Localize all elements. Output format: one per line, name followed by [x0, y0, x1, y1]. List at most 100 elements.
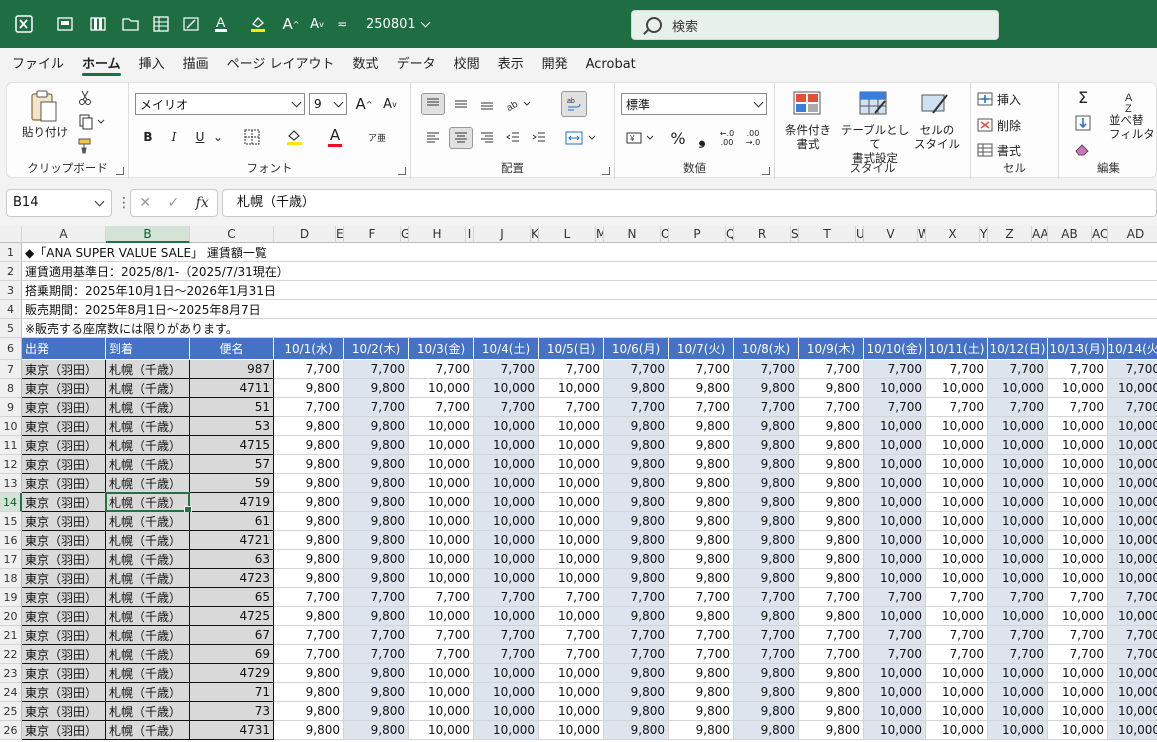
column-header-C[interactable]: C: [190, 226, 274, 243]
flight-number-cell[interactable]: 987: [190, 360, 274, 379]
align-center-icon[interactable]: [449, 127, 473, 149]
fare-cell[interactable]: 7,700: [669, 360, 734, 379]
fare-cell[interactable]: 10,000: [474, 493, 539, 512]
fare-cell[interactable]: 7,700: [669, 588, 734, 607]
fare-cell[interactable]: 9,800: [344, 664, 409, 683]
fare-cell[interactable]: 7,700: [734, 398, 799, 417]
fare-cell[interactable]: 10,000: [474, 683, 539, 702]
fare-cell[interactable]: 7,700: [734, 360, 799, 379]
column-header-F[interactable]: F: [344, 226, 401, 243]
fare-cell[interactable]: 7,700: [864, 398, 926, 417]
flight-number-cell[interactable]: 57: [190, 455, 274, 474]
flight-number-cell[interactable]: 61: [190, 512, 274, 531]
column-header-A[interactable]: A: [22, 226, 106, 243]
fare-cell[interactable]: 7,700: [539, 398, 604, 417]
fare-cell[interactable]: 9,800: [734, 683, 799, 702]
fare-cell[interactable]: 7,700: [864, 645, 926, 664]
fare-cell[interactable]: 9,800: [669, 379, 734, 398]
fare-cell[interactable]: 10,000: [539, 683, 604, 702]
departure-cell[interactable]: 東京（羽田）: [22, 493, 106, 512]
fare-cell[interactable]: 7,700: [988, 588, 1048, 607]
fare-cell[interactable]: 10,000: [409, 664, 474, 683]
merge-center-icon[interactable]: [561, 127, 601, 149]
row-header-17[interactable]: 17: [0, 550, 22, 569]
fare-cell[interactable]: 10,000: [1048, 721, 1108, 740]
fare-cell[interactable]: 9,800: [734, 531, 799, 550]
departure-cell[interactable]: 東京（羽田）: [22, 607, 106, 626]
bold-button[interactable]: B: [139, 127, 157, 147]
tab-1[interactable]: ホーム: [73, 48, 130, 80]
column-header-O[interactable]: O: [661, 226, 669, 243]
fare-cell[interactable]: 10,000: [1108, 417, 1157, 436]
column-header-AB[interactable]: AB: [1048, 226, 1092, 243]
flight-number-cell[interactable]: 65: [190, 588, 274, 607]
fare-cell[interactable]: 7,700: [344, 588, 409, 607]
arrival-cell[interactable]: 札幌（千歳）: [106, 512, 190, 531]
tab-9[interactable]: 開発: [533, 48, 577, 80]
header-cell[interactable]: 10/11(土): [926, 338, 988, 360]
fare-cell[interactable]: 10,000: [1108, 607, 1157, 626]
title-row-5[interactable]: ※販売する座席数には限りがあります。: [22, 319, 1157, 338]
fare-cell[interactable]: 10,000: [474, 531, 539, 550]
fare-cell[interactable]: 7,700: [1048, 588, 1108, 607]
header-cell[interactable]: 10/2(木): [344, 338, 409, 360]
format-cells-button[interactable]: 書式: [977, 140, 1051, 160]
header-cell[interactable]: 10/5(日): [539, 338, 604, 360]
fare-cell[interactable]: 9,800: [274, 550, 344, 569]
fare-cell[interactable]: 7,700: [926, 626, 988, 645]
arrival-cell[interactable]: 札幌（千歳）: [106, 455, 190, 474]
arrival-cell[interactable]: 札幌（千歳）: [106, 531, 190, 550]
fare-cell[interactable]: 10,000: [409, 531, 474, 550]
fare-cell[interactable]: 7,700: [988, 645, 1048, 664]
fare-cell[interactable]: 9,800: [604, 493, 669, 512]
customize-qat-icon[interactable]: ≂: [330, 0, 354, 48]
fare-cell[interactable]: 7,700: [669, 626, 734, 645]
flight-number-cell[interactable]: 63: [190, 550, 274, 569]
fare-cell[interactable]: 10,000: [864, 683, 926, 702]
save-icon[interactable]: [82, 0, 116, 48]
fare-cell[interactable]: 10,000: [409, 417, 474, 436]
departure-cell[interactable]: 東京（羽田）: [22, 626, 106, 645]
fare-cell[interactable]: 10,000: [988, 721, 1048, 740]
row-header-1[interactable]: 1: [0, 243, 22, 262]
fare-cell[interactable]: 9,800: [274, 702, 344, 721]
row-header-8[interactable]: 8: [0, 379, 22, 398]
fare-cell[interactable]: 9,800: [669, 455, 734, 474]
fare-cell[interactable]: 7,700: [988, 626, 1048, 645]
fare-cell[interactable]: 10,000: [409, 569, 474, 588]
column-header-Y[interactable]: Y: [980, 226, 988, 243]
fare-cell[interactable]: 10,000: [474, 721, 539, 740]
fare-cell[interactable]: 9,800: [799, 455, 864, 474]
font-color-button[interactable]: A: [325, 125, 345, 147]
departure-cell[interactable]: 東京（羽田）: [22, 436, 106, 455]
fare-cell[interactable]: 10,000: [1048, 417, 1108, 436]
fare-cell[interactable]: 9,800: [734, 721, 799, 740]
column-header-Q[interactable]: Q: [726, 226, 734, 243]
fare-cell[interactable]: 9,800: [734, 702, 799, 721]
fare-cell[interactable]: 10,000: [539, 664, 604, 683]
fare-cell[interactable]: 7,700: [409, 588, 474, 607]
row-header-3[interactable]: 3: [0, 281, 22, 300]
cell-styles-icon[interactable]: [921, 91, 951, 117]
tab-8[interactable]: 表示: [489, 48, 533, 80]
fare-cell[interactable]: 10,000: [409, 379, 474, 398]
fare-cell[interactable]: 10,000: [988, 607, 1048, 626]
fare-cell[interactable]: 7,700: [274, 626, 344, 645]
fare-cell[interactable]: 9,800: [669, 436, 734, 455]
fare-cell[interactable]: 10,000: [539, 550, 604, 569]
conditional-format-button[interactable]: 条件付き 書式: [777, 123, 839, 151]
fare-cell[interactable]: 7,700: [1108, 626, 1157, 645]
fare-cell[interactable]: 7,700: [1108, 588, 1157, 607]
fare-cell[interactable]: 9,800: [604, 607, 669, 626]
fare-cell[interactable]: 10,000: [864, 455, 926, 474]
row-header-26[interactable]: 26: [0, 721, 22, 740]
fare-cell[interactable]: 9,800: [604, 683, 669, 702]
fare-cell[interactable]: 9,800: [344, 455, 409, 474]
fare-cell[interactable]: 7,700: [799, 360, 864, 379]
flight-number-cell[interactable]: 4729: [190, 664, 274, 683]
fare-cell[interactable]: 10,000: [1048, 702, 1108, 721]
departure-cell[interactable]: 東京（羽田）: [22, 645, 106, 664]
fare-cell[interactable]: 10,000: [926, 493, 988, 512]
fare-cell[interactable]: 7,700: [1108, 645, 1157, 664]
flight-number-cell[interactable]: 69: [190, 645, 274, 664]
